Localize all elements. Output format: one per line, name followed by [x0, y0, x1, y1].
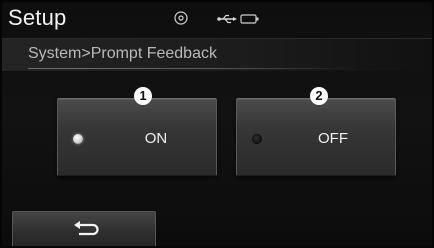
- disc-icon: [174, 11, 188, 25]
- breadcrumb-divider: [28, 68, 356, 69]
- callout-marker-1: 1: [134, 87, 152, 105]
- on-option-button[interactable]: ON: [57, 98, 217, 176]
- breadcrumb: System>Prompt Feedback: [28, 45, 217, 62]
- battery-icon: [240, 14, 259, 24]
- on-option-label: ON: [144, 130, 168, 147]
- breadcrumb-bar: System>Prompt Feedback: [2, 38, 432, 71]
- off-option-button[interactable]: OFF: [236, 98, 396, 176]
- back-arrow-icon: [74, 221, 99, 236]
- off-option-label: OFF: [318, 130, 348, 147]
- callout-marker-2: 2: [310, 87, 328, 105]
- off-indicator-led: [252, 134, 262, 144]
- back-button[interactable]: [12, 211, 156, 246]
- setup-screen: Setup System>Prompt Feedback ON OFF 1 2: [2, 2, 432, 246]
- page-title: Setup: [8, 5, 67, 30]
- on-indicator-led: [73, 134, 83, 144]
- usb-icon: [217, 14, 237, 24]
